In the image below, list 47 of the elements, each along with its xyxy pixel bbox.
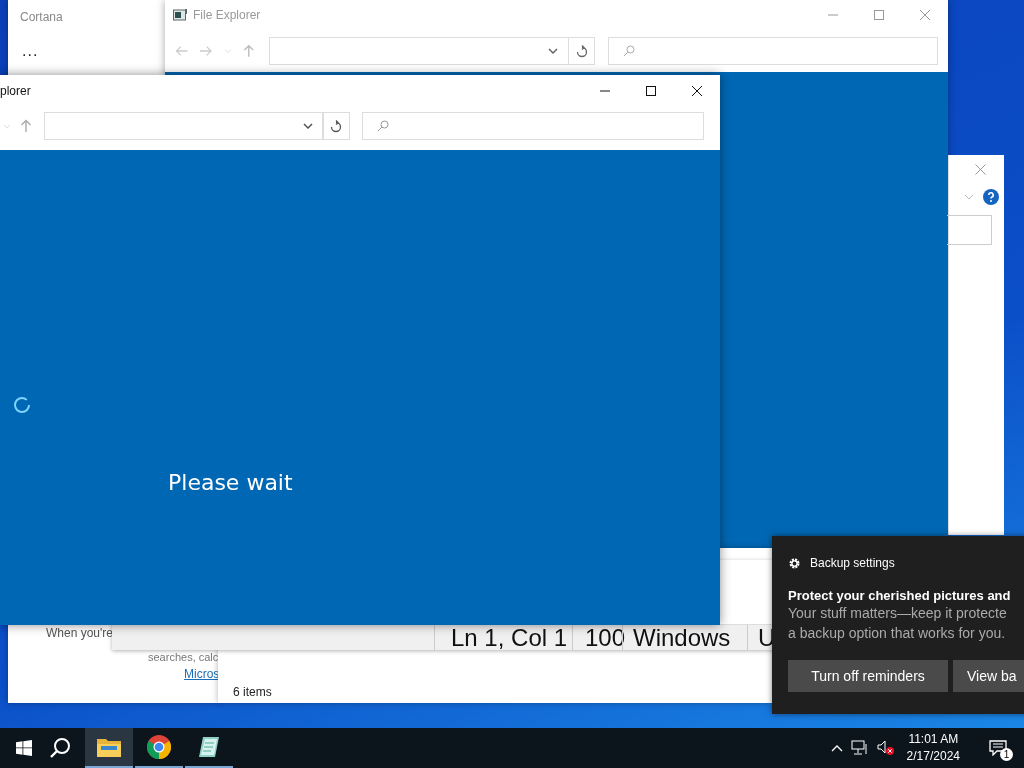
toast-button[interactable]: Turn off reminders [788,660,948,692]
caret-icon[interactable] [303,123,313,129]
folder-icon [97,737,121,757]
window-title: File Explorer [193,8,261,22]
clock-date[interactable]: 2/17/2024 [906,748,960,765]
search-icon [377,120,389,132]
item-count: 6 items [233,685,272,699]
refresh-icon [575,44,588,58]
folder-icon [173,9,187,21]
address-field[interactable] [269,37,570,65]
spinner-icon [13,396,31,414]
refresh-icon [330,119,342,133]
toast-button[interactable]: View ba [953,660,1024,692]
loading-message: Please wait [168,470,293,495]
gear-icon [788,556,801,570]
caret-icon[interactable] [548,48,559,54]
network-icon[interactable] [850,740,869,756]
windows-logo-icon[interactable] [16,740,32,756]
close-icon[interactable] [691,85,703,97]
refresh-button[interactable] [568,37,596,65]
search-icon[interactable] [49,737,71,759]
hint-text: When you're [46,626,113,640]
notification-text: Your stuff matters—keep it protecte [788,604,1008,623]
privacy-link[interactable]: Micros [184,667,220,681]
browser-icon [147,735,171,759]
help-icon[interactable] [983,189,999,205]
hint-text: searches, calc [148,651,219,664]
app-name: Backup settings [810,556,895,570]
action-center-icon[interactable] [989,740,1007,756]
notification-badge: 1 [1000,748,1013,761]
notepad-icon [197,736,221,758]
maximize-icon[interactable] [645,85,657,97]
more-button[interactable]: ... [22,42,39,60]
notification-title: Protect your cherished pictures and [788,588,1012,603]
muted-speaker-icon[interactable] [876,740,895,756]
refresh-button[interactable] [322,112,350,140]
taskbar-app[interactable] [85,728,133,768]
window-title: plorer [0,84,31,98]
notification-text: a backup option that works for you. [788,624,1007,643]
search-field[interactable] [362,112,704,140]
address-field[interactable] [44,112,324,140]
clock-time[interactable]: 11:01 AM [908,731,959,748]
chevron-up-icon[interactable] [830,744,843,752]
search-icon [623,45,636,57]
panel-title: Cortana [20,10,63,24]
search-field[interactable] [608,37,938,65]
input-field[interactable] [947,215,992,245]
